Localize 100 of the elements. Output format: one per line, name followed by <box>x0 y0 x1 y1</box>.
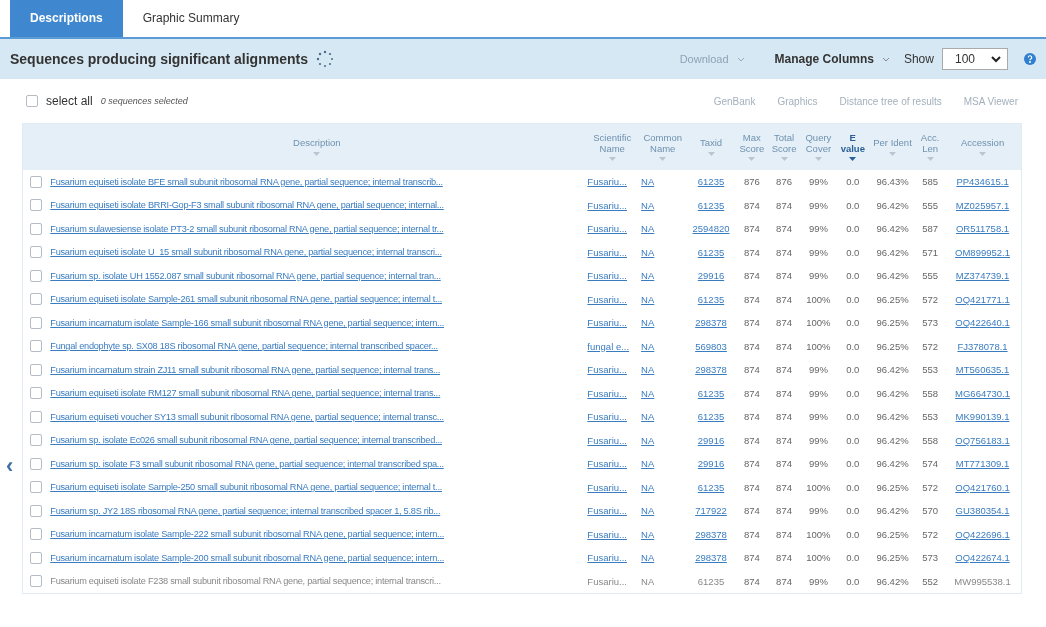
common-name-link[interactable]: NA <box>641 575 655 587</box>
row-checkbox[interactable] <box>29 481 42 494</box>
scientific-name-link[interactable]: Fusariu... <box>587 364 627 376</box>
accession-link[interactable]: OQ422674.1 <box>955 552 1010 564</box>
row-checkbox[interactable] <box>29 505 42 517</box>
accession-link[interactable]: MG664730.1 <box>955 387 1010 399</box>
common-name-link[interactable]: NA <box>641 199 655 211</box>
common-name-link[interactable]: NA <box>641 246 655 258</box>
accession-link[interactable]: MT560635.1 <box>955 364 1010 376</box>
collapse-arrow[interactable]: ‹ <box>6 453 14 479</box>
taxid-link[interactable]: 61235 <box>697 176 725 188</box>
scientific-name-link[interactable]: Fusariu... <box>587 246 627 258</box>
scientific-name-link[interactable]: Fusariu... <box>587 387 627 399</box>
description-link[interactable]: Fusarium incarnatum isolate Sample-166 small subunit ribosomal RNA gene, partial sequence; intern... <box>50 317 444 328</box>
scientific-name-link[interactable]: fungal e... <box>587 340 630 352</box>
row-checkbox[interactable] <box>29 458 42 470</box>
row-checkbox[interactable] <box>29 411 42 423</box>
row-checkbox[interactable] <box>29 199 42 212</box>
taxid-link[interactable]: 61235 <box>697 246 725 258</box>
taxid-link[interactable]: 61235 <box>697 575 725 587</box>
taxid-link[interactable]: 29916 <box>697 270 725 282</box>
taxid-link[interactable]: 2594820 <box>692 223 730 235</box>
accession-link[interactable]: MT771309.1 <box>955 458 1010 470</box>
show-count-select[interactable]: 100 <box>941 48 1008 70</box>
common-name-link[interactable]: NA <box>641 387 655 399</box>
scientific-name-link[interactable]: Fusariu... <box>587 411 627 423</box>
description-link[interactable]: Fusarium sp. isolate Ec026 small subunit ribosomal RNA gene, partial sequence; internal transcribed... <box>50 435 442 446</box>
scientific-name-link[interactable]: Fusariu... <box>587 199 627 211</box>
accession-link[interactable]: MZ025957.1 <box>955 199 1010 211</box>
help-icon[interactable] <box>1024 53 1036 65</box>
accession-link[interactable]: OQ421771.1 <box>955 293 1010 305</box>
scientific-name-link[interactable]: Fusariu... <box>587 317 627 329</box>
common-name-link[interactable]: NA <box>641 317 655 329</box>
common-name-link[interactable]: NA <box>641 552 655 564</box>
scientific-name-link[interactable]: Fusariu... <box>587 575 627 587</box>
results-tab[interactable]: Descriptions <box>10 0 123 37</box>
accession-link[interactable]: OQ422640.1 <box>955 317 1010 329</box>
taxid-link[interactable]: 29916 <box>697 458 725 470</box>
row-checkbox[interactable] <box>29 293 42 306</box>
description-link[interactable]: Fusarium sp. JY2 18S ribosomal RNA gene, partial sequence; internal transcribed spacer 1, 5.8S rib... <box>50 505 441 516</box>
description-link[interactable]: Fusarium equiseti voucher SY13 small subunit ribosomal RNA gene, partial sequence; internal transc... <box>50 411 444 422</box>
description-link[interactable]: Fusarium equiseti isolate U_15 small subunit ribosomal RNA gene, partial sequence; internal transcri... <box>50 247 442 258</box>
description-link[interactable]: Fusarium equiseti isolate F238 small subunit ribosomal RNA gene, partial sequence; internal transcri... <box>50 576 441 587</box>
accession-link[interactable]: OM899952.1 <box>955 246 1010 258</box>
row-checkbox[interactable] <box>29 575 42 588</box>
taxid-link[interactable]: 61235 <box>697 411 725 423</box>
scientific-name-link[interactable]: Fusariu... <box>587 270 627 282</box>
description-link[interactable]: Fusarium sp. isolate UH 1552.087 small subunit ribosomal RNA gene, partial sequence; internal tran... <box>50 270 441 281</box>
row-checkbox[interactable] <box>29 528 42 541</box>
accession-link[interactable]: PP434615.1 <box>956 176 1009 188</box>
taxid-link[interactable]: 298378 <box>695 364 727 376</box>
scientific-name-link[interactable]: Fusariu... <box>587 434 627 446</box>
scientific-name-link[interactable]: Fusariu... <box>587 293 627 305</box>
row-checkbox[interactable] <box>29 270 42 282</box>
common-name-link[interactable]: NA <box>641 176 655 188</box>
taxid-link[interactable]: 61235 <box>697 293 725 305</box>
common-name-link[interactable]: NA <box>641 340 655 352</box>
taxid-link[interactable]: 569803 <box>695 340 727 352</box>
description-link[interactable]: Fusarium equiseti isolate Sample-261 small subunit ribosomal RNA gene, partial sequence; internal t... <box>50 294 442 305</box>
taxid-link[interactable]: 61235 <box>697 481 725 493</box>
manage-columns-menu[interactable]: Manage Columns <box>774 52 874 66</box>
accession-link[interactable]: OQ756183.1 <box>955 434 1010 446</box>
row-checkbox[interactable] <box>29 434 42 447</box>
select-all-checkbox[interactable] <box>26 95 38 107</box>
scientific-name-link[interactable]: Fusariu... <box>587 458 627 470</box>
accession-link[interactable]: MK990139.1 <box>955 411 1010 423</box>
select-all-label[interactable]: select all <box>46 94 93 108</box>
row-checkbox[interactable] <box>29 552 42 564</box>
taxid-link[interactable]: 717922 <box>695 505 727 517</box>
taxid-link[interactable]: 298378 <box>695 552 727 564</box>
accession-link[interactable]: OQ421760.1 <box>955 481 1010 493</box>
description-link[interactable]: Fusarium incarnatum isolate Sample-200 small subunit ribosomal RNA gene, partial sequence; intern... <box>50 552 444 563</box>
row-checkbox[interactable] <box>29 387 42 400</box>
description-link[interactable]: Fusarium incarnatum strain ZJ11 small subunit ribosomal RNA gene, partial sequence; internal trans... <box>50 364 440 375</box>
taxid-link[interactable]: 61235 <box>697 387 725 399</box>
common-name-link[interactable]: NA <box>641 223 655 235</box>
common-name-link[interactable]: NA <box>641 505 655 517</box>
accession-link[interactable]: GU380354.1 <box>955 505 1010 517</box>
accession-link[interactable]: FJ378078.1 <box>957 340 1008 352</box>
taxid-link[interactable]: 298378 <box>695 317 727 329</box>
taxid-link[interactable]: 29916 <box>697 434 725 446</box>
row-checkbox[interactable] <box>29 364 42 376</box>
common-name-link[interactable]: NA <box>641 364 655 376</box>
scientific-name-link[interactable]: Fusariu... <box>587 176 627 188</box>
scientific-name-link[interactable]: Fusariu... <box>587 528 627 540</box>
results-tab[interactable]: Graphic Summary <box>122 0 260 37</box>
scientific-name-link[interactable]: Fusariu... <box>587 481 627 493</box>
row-checkbox[interactable] <box>29 340 42 353</box>
row-checkbox[interactable] <box>29 246 42 259</box>
accession-link[interactable]: MZ374739.1 <box>955 270 1010 282</box>
common-name-link[interactable]: NA <box>641 458 655 470</box>
common-name-link[interactable]: NA <box>641 411 655 423</box>
accession-link[interactable]: MW995538.1 <box>954 575 1011 587</box>
common-name-link[interactable]: NA <box>641 270 655 282</box>
common-name-link[interactable]: NA <box>641 434 655 446</box>
taxid-link[interactable]: 61235 <box>697 199 725 211</box>
scientific-name-link[interactable]: Fusariu... <box>587 505 627 517</box>
accession-link[interactable]: OR511758.1 <box>955 223 1010 235</box>
description-link[interactable]: Fusarium equiseti isolate Sample-250 small subunit ribosomal RNA gene, partial sequence; internal t... <box>50 482 442 493</box>
common-name-link[interactable]: NA <box>641 481 655 493</box>
